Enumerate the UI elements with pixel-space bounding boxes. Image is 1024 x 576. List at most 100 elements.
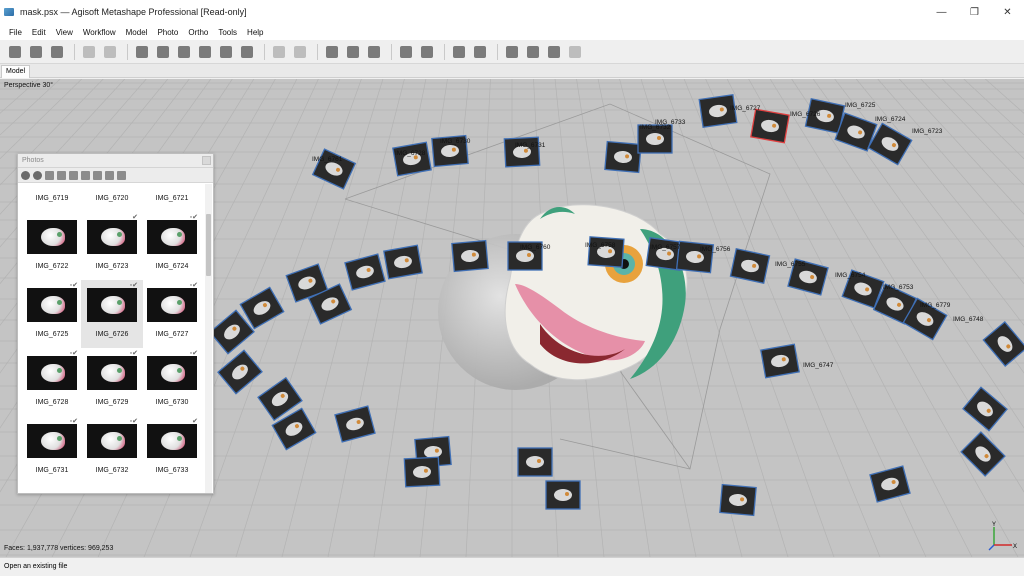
zoom-out-button[interactable] bbox=[344, 43, 362, 61]
camera-frame[interactable] bbox=[982, 321, 1024, 367]
texture-button[interactable] bbox=[471, 43, 489, 61]
photo-subject bbox=[41, 364, 65, 382]
camera-label: IMG_6730 bbox=[440, 138, 471, 145]
eraser-button[interactable] bbox=[238, 43, 256, 61]
delete-button[interactable] bbox=[270, 43, 288, 61]
photo-thumbnail[interactable]: ▫✔ IMG_6725 bbox=[21, 280, 83, 348]
photo-thumbnail[interactable]: ▫✔ IMG_6732 bbox=[81, 416, 143, 484]
camera-frame[interactable] bbox=[517, 447, 553, 477]
menu-photo[interactable]: Photo bbox=[152, 28, 183, 37]
disable-camera-icon[interactable] bbox=[33, 170, 42, 180]
photo-thumbnail[interactable]: ▫✔IMG_6721 bbox=[141, 184, 203, 212]
delete-icon bbox=[273, 45, 285, 58]
camera-frame[interactable] bbox=[217, 349, 263, 395]
photo-thumbnail[interactable]: ▫✔ IMG_6729 bbox=[81, 348, 143, 416]
image-button[interactable] bbox=[545, 43, 563, 61]
open-button[interactable] bbox=[27, 43, 45, 61]
thumbnail-size-icon[interactable] bbox=[105, 170, 114, 180]
photo-thumbnail[interactable]: ▫✔ IMG_6726 bbox=[81, 280, 143, 348]
photo-thumbnail[interactable]: ▫✔ IMG_6730 bbox=[141, 348, 203, 416]
photo-image bbox=[147, 424, 197, 458]
photo-subject-eye bbox=[177, 300, 182, 305]
camera-frame[interactable] bbox=[403, 456, 441, 488]
rotate-left-icon[interactable] bbox=[57, 170, 66, 180]
photo-thumbnail[interactable]: ✔ IMG_6733 bbox=[141, 416, 203, 484]
minimize-button[interactable]: — bbox=[925, 0, 958, 24]
photo-thumbnail[interactable]: ✔IMG_6720 bbox=[81, 184, 143, 212]
ruler-button[interactable] bbox=[217, 43, 235, 61]
image-tool-icon[interactable] bbox=[93, 170, 102, 180]
menu-view[interactable]: View bbox=[51, 28, 78, 37]
view-mode-icon[interactable] bbox=[117, 170, 126, 180]
camera-frame[interactable] bbox=[344, 253, 386, 291]
camera-frame[interactable] bbox=[750, 108, 790, 144]
camera-button[interactable] bbox=[503, 43, 521, 61]
mask-tool-icon[interactable] bbox=[81, 170, 90, 180]
panel-close-icon[interactable] bbox=[202, 156, 211, 165]
rect-select-button[interactable] bbox=[154, 43, 172, 61]
rotate-right-icon[interactable] bbox=[69, 170, 78, 180]
tab-model[interactable]: Model bbox=[1, 65, 31, 78]
photos-scrollbar-thumb[interactable] bbox=[206, 214, 211, 276]
camera-frame[interactable] bbox=[960, 431, 1006, 477]
photos-scrollbar[interactable] bbox=[205, 184, 212, 493]
brush-button[interactable] bbox=[196, 43, 214, 61]
undo-button[interactable] bbox=[80, 43, 98, 61]
photo-thumbnail[interactable]: IMG_6722 bbox=[21, 212, 83, 280]
camera-frame[interactable] bbox=[719, 483, 757, 517]
photo-thumbnail[interactable]: ▫✔ IMG_6731 bbox=[21, 416, 83, 484]
menu-tools[interactable]: Tools bbox=[213, 28, 242, 37]
restore-button[interactable]: ❐ bbox=[958, 0, 991, 24]
camera-frame[interactable] bbox=[962, 386, 1008, 432]
crop-icon bbox=[294, 45, 306, 58]
mask-button[interactable] bbox=[524, 43, 542, 61]
photo-label: IMG_6726 bbox=[95, 331, 129, 338]
camera-label: IMG_6723 bbox=[912, 128, 943, 135]
photo-image bbox=[87, 288, 137, 322]
photo-label: IMG_6720 bbox=[95, 195, 129, 202]
photo-thumbnail[interactable]: IMG_6719 bbox=[21, 184, 83, 212]
remove-camera-icon[interactable] bbox=[45, 170, 54, 180]
zoom-in-button[interactable] bbox=[323, 43, 341, 61]
camera-frame[interactable] bbox=[383, 244, 423, 280]
toolbar-separator bbox=[317, 43, 318, 60]
photo-subject bbox=[41, 296, 65, 314]
photo-subject-eye bbox=[117, 232, 122, 237]
photo-subject bbox=[101, 228, 125, 246]
menu-help[interactable]: Help bbox=[242, 28, 268, 37]
photo-thumbnail[interactable]: ▫✔ IMG_6724 bbox=[141, 212, 203, 280]
move-button[interactable] bbox=[365, 43, 383, 61]
close-button[interactable]: ✕ bbox=[991, 0, 1024, 24]
camera-frame[interactable] bbox=[760, 343, 800, 379]
photo-thumbnail[interactable]: ✔ IMG_6723 bbox=[81, 212, 143, 280]
tab-bar: Model bbox=[0, 64, 1024, 78]
toolbar-separator bbox=[127, 43, 128, 60]
mask-model[interactable] bbox=[504, 204, 688, 381]
photo-thumbnail[interactable]: ▫✔ IMG_6727 bbox=[141, 280, 203, 348]
free-select-button[interactable] bbox=[175, 43, 193, 61]
shading-button[interactable] bbox=[450, 43, 468, 61]
layout-button[interactable] bbox=[566, 43, 584, 61]
camera-frame[interactable] bbox=[604, 140, 642, 174]
camera-frame[interactable] bbox=[869, 465, 911, 503]
select-button[interactable] bbox=[133, 43, 151, 61]
camera-frame[interactable] bbox=[334, 405, 376, 443]
photo-thumbnail[interactable]: ▫✔ IMG_6728 bbox=[21, 348, 83, 416]
menu-ortho[interactable]: Ortho bbox=[183, 28, 213, 37]
crop-button[interactable] bbox=[291, 43, 309, 61]
menu-workflow[interactable]: Workflow bbox=[78, 28, 121, 37]
camera-label: IMG_6757 bbox=[650, 244, 681, 251]
menu-file[interactable]: File bbox=[4, 28, 27, 37]
camera-frame[interactable] bbox=[451, 239, 489, 273]
new-button[interactable] bbox=[6, 43, 24, 61]
points-button[interactable] bbox=[397, 43, 415, 61]
camera-frame[interactable] bbox=[729, 248, 771, 284]
save-button[interactable] bbox=[48, 43, 66, 61]
camera-frame[interactable] bbox=[545, 480, 581, 510]
menu-model[interactable]: Model bbox=[121, 28, 153, 37]
redo-button[interactable] bbox=[101, 43, 119, 61]
enable-camera-icon[interactable] bbox=[21, 170, 30, 180]
menu-edit[interactable]: Edit bbox=[27, 28, 51, 37]
camera-frame[interactable] bbox=[392, 141, 432, 177]
grid-button[interactable] bbox=[418, 43, 436, 61]
